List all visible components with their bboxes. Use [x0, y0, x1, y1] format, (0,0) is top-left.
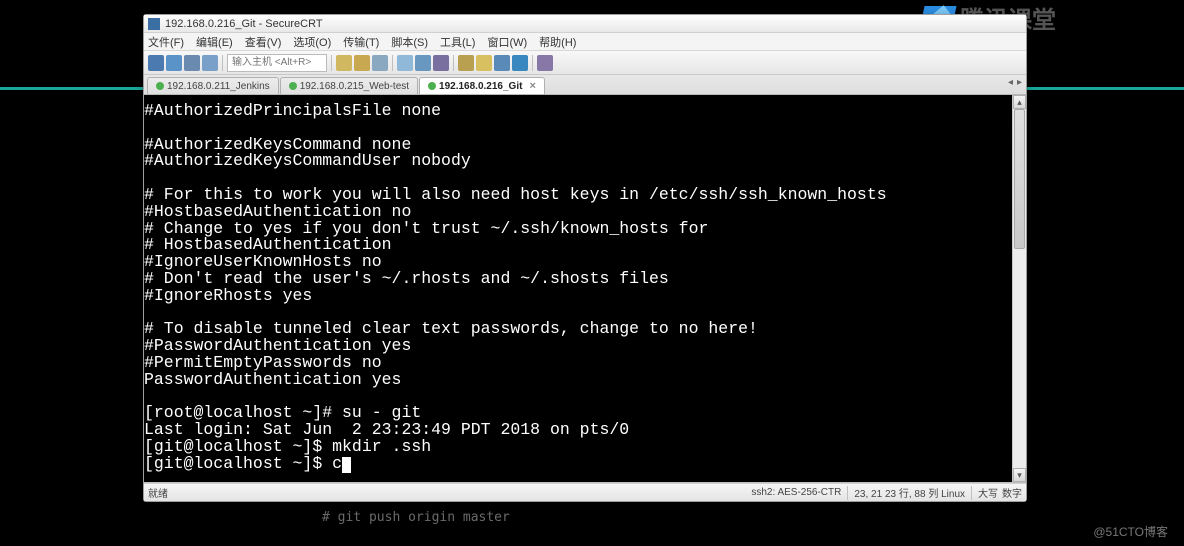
securecrt-window: 192.168.0.216_Git - SecureCRT 文件(F) 编辑(E… — [143, 14, 1027, 502]
close-icon[interactable]: × — [529, 80, 535, 92]
bottom-watermark: @51CTO博客 — [1093, 523, 1168, 540]
menu-transfer[interactable]: 传输(T) — [343, 34, 379, 50]
status-num: 数字 — [1002, 485, 1022, 500]
status-position: 23, 21 23 行, 88 列 Linux — [854, 485, 965, 500]
tab-status-icon — [289, 82, 297, 90]
tab-label: 192.168.0.216_Git — [439, 81, 522, 92]
paste-icon[interactable] — [354, 55, 370, 71]
tab-next-icon[interactable]: ▸ — [1017, 77, 1022, 88]
tab-prev-icon[interactable]: ◂ — [1008, 77, 1013, 88]
print-icon[interactable] — [397, 55, 413, 71]
menu-options[interactable]: 选项(O) — [293, 34, 331, 50]
options-icon[interactable] — [415, 55, 431, 71]
external-note: # git push origin master — [322, 510, 510, 525]
menu-edit[interactable]: 编辑(E) — [196, 34, 233, 50]
session-icon[interactable] — [184, 55, 200, 71]
scroll-thumb[interactable] — [1014, 109, 1025, 249]
host-input[interactable] — [227, 54, 327, 72]
quick-connect-icon[interactable] — [166, 55, 182, 71]
cursor — [342, 457, 351, 473]
tab-jenkins[interactable]: 192.168.0.211_Jenkins — [147, 77, 279, 94]
menu-file[interactable]: 文件(F) — [148, 34, 184, 50]
help-icon[interactable] — [494, 55, 510, 71]
tab-label: 192.168.0.211_Jenkins — [167, 81, 270, 92]
vertical-scrollbar[interactable]: ▴ ▾ — [1012, 95, 1026, 482]
find-icon[interactable] — [372, 55, 388, 71]
app-icon — [148, 18, 160, 30]
menu-script[interactable]: 脚本(S) — [391, 34, 428, 50]
scroll-up-icon[interactable]: ▴ — [1013, 95, 1026, 109]
terminal-pane: #AuthorizedPrincipalsFile none #Authoriz… — [144, 95, 1026, 483]
tab-label: 192.168.0.215_Web-test — [300, 81, 409, 92]
status-cipher: ssh2: AES-256-CTR — [751, 487, 841, 498]
menu-window[interactable]: 窗口(W) — [487, 34, 527, 50]
tab-web-test[interactable]: 192.168.0.215_Web-test — [280, 77, 418, 94]
x-icon[interactable] — [458, 55, 474, 71]
terminal[interactable]: #AuthorizedPrincipalsFile none #Authoriz… — [144, 95, 1012, 482]
extra-icon[interactable] — [537, 55, 553, 71]
reconnect-icon[interactable] — [202, 55, 218, 71]
tab-git[interactable]: 192.168.0.216_Git × — [419, 77, 545, 94]
copy-icon[interactable] — [336, 55, 352, 71]
key-icon[interactable] — [476, 55, 492, 71]
tile-icon[interactable] — [433, 55, 449, 71]
menubar: 文件(F) 编辑(E) 查看(V) 选项(O) 传输(T) 脚本(S) 工具(L… — [144, 33, 1026, 51]
tabbar: 192.168.0.211_Jenkins 192.168.0.215_Web-… — [144, 75, 1026, 95]
connect-icon[interactable] — [148, 55, 164, 71]
menu-tool[interactable]: 工具(L) — [440, 34, 475, 50]
scroll-down-icon[interactable]: ▾ — [1013, 468, 1026, 482]
menu-view[interactable]: 查看(V) — [245, 34, 282, 50]
about-icon[interactable] — [512, 55, 528, 71]
menu-help[interactable]: 帮助(H) — [539, 34, 576, 50]
status-caps: 大写 — [978, 485, 998, 500]
statusbar: 就绪 ssh2: AES-256-CTR 23, 21 23 行, 88 列 L… — [144, 483, 1026, 501]
tab-status-icon — [156, 82, 164, 90]
window-title: 192.168.0.216_Git - SecureCRT — [165, 18, 323, 30]
titlebar: 192.168.0.216_Git - SecureCRT — [144, 15, 1026, 33]
tab-status-icon — [428, 82, 436, 90]
toolbar — [144, 51, 1026, 75]
terminal-content: #AuthorizedPrincipalsFile none #Authoriz… — [144, 101, 887, 473]
status-ready: 就绪 — [148, 485, 751, 500]
